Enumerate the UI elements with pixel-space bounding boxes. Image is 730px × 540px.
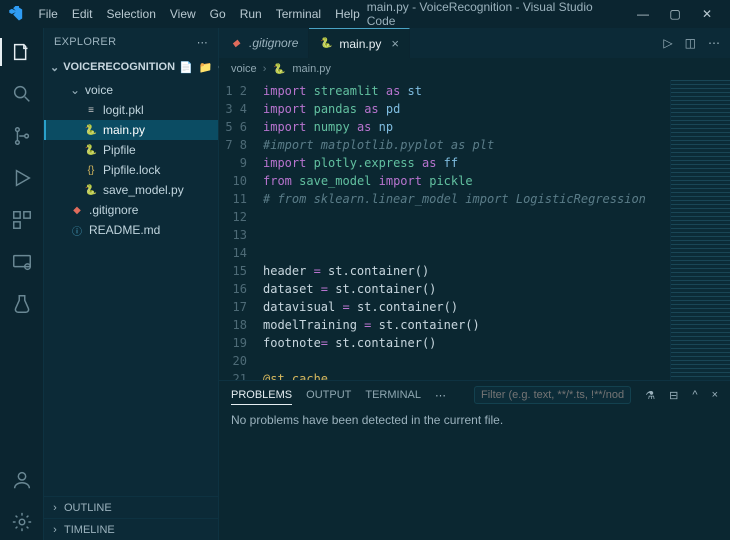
file-label: save_model.py <box>103 183 184 197</box>
timeline-label: TIMELINE <box>64 524 115 536</box>
panel-tab-problems[interactable]: PROBLEMS <box>231 386 292 405</box>
breadcrumb-segment[interactable]: voice <box>231 63 257 75</box>
folder-label: voice <box>85 83 113 97</box>
file-logit-pkl[interactable]: ≡ logit.pkl <box>44 100 218 120</box>
tab-bar: ◆ .gitignore 🐍 main.py × ▷ ◫ ⋯ <box>219 28 730 58</box>
menu-file[interactable]: File <box>31 3 64 25</box>
activity-extensions[interactable] <box>0 202 44 238</box>
file--gitignore[interactable]: ◆ .gitignore <box>44 200 218 220</box>
file-icon: ◆ <box>70 203 84 217</box>
file-tree: ⌄ voice ≡ logit.pkl 🐍 main.py 🐍 Pipfile {} Pipf… <box>44 78 218 242</box>
file-label: .gitignore <box>89 203 138 217</box>
menu-terminal[interactable]: Terminal <box>269 3 328 25</box>
panel-close-icon[interactable]: × <box>712 389 718 401</box>
bottom-panel: PROBLEMS OUTPUT TERMINAL ⋯ ⚗ ⊟ ^ × No pr… <box>219 380 730 540</box>
tab-label: .gitignore <box>249 36 298 50</box>
problems-message: No problems have been detected in the cu… <box>219 409 730 540</box>
activity-testing[interactable] <box>0 286 44 322</box>
menu-go[interactable]: Go <box>203 3 233 25</box>
chevron-down-icon: ⌄ <box>50 61 59 74</box>
window-minimize-button[interactable]: — <box>636 7 650 21</box>
file-label: main.py <box>103 123 145 137</box>
tab-close-button[interactable]: × <box>391 36 399 51</box>
code-editor[interactable]: import streamlit as st import pandas as … <box>257 80 730 380</box>
activity-settings[interactable] <box>0 504 44 540</box>
panel-collapse-icon[interactable]: ⊟ <box>669 389 678 402</box>
file-icon: 🐍 <box>84 123 98 137</box>
breadcrumb-segment[interactable]: main.py <box>292 63 331 75</box>
tab-main-py[interactable]: 🐍 main.py × <box>309 28 410 58</box>
file-label: README.md <box>89 223 160 237</box>
new-folder-icon[interactable]: 📁 <box>199 61 213 74</box>
menu-edit[interactable]: Edit <box>65 3 100 25</box>
filter-icon[interactable]: ⚗ <box>645 389 655 402</box>
explorer-title: EXPLORER <box>54 36 116 48</box>
chevron-down-icon: ⌄ <box>70 83 80 97</box>
breadcrumb[interactable]: voice › 🐍 main.py <box>219 58 730 80</box>
line-numbers: 1 2 3 4 5 6 7 8 9 10 11 12 13 14 15 16 1… <box>219 80 257 380</box>
file-icon: ≡ <box>84 103 98 117</box>
project-name: VOICERECOGNITION <box>63 61 175 73</box>
activity-search[interactable] <box>0 76 44 112</box>
window-title: main.py - VoiceRecognition - Visual Stud… <box>367 0 616 28</box>
chevron-right-icon: › <box>50 502 60 514</box>
activity-account[interactable] <box>0 462 44 498</box>
new-file-icon[interactable]: 📄 <box>179 61 193 74</box>
menu-view[interactable]: View <box>163 3 203 25</box>
file-icon: 🐍 <box>84 143 98 157</box>
folder-voice[interactable]: ⌄ voice <box>44 80 218 100</box>
explorer-more-icon[interactable]: ⋯ <box>197 36 208 49</box>
python-icon: 🐍 <box>319 37 333 51</box>
menu-bar: File Edit Selection View Go Run Terminal… <box>0 0 730 28</box>
window-close-button[interactable]: ✕ <box>700 7 714 21</box>
file-label: Pipfile.lock <box>103 163 160 177</box>
menu-help[interactable]: Help <box>328 3 367 25</box>
chevron-right-icon: › <box>263 63 267 75</box>
activity-remote[interactable] <box>0 244 44 280</box>
file-label: logit.pkl <box>103 103 144 117</box>
file-save_model-py[interactable]: 🐍 save_model.py <box>44 180 218 200</box>
panel-tab-output[interactable]: OUTPUT <box>306 386 351 404</box>
editor-area: ◆ .gitignore 🐍 main.py × ▷ ◫ ⋯ voice › 🐍… <box>219 28 730 540</box>
file-icon: 🐍 <box>84 183 98 197</box>
file-main-py[interactable]: 🐍 main.py <box>44 120 218 140</box>
panel-more-icon[interactable]: ⋯ <box>435 389 446 402</box>
file-Pipfile[interactable]: 🐍 Pipfile <box>44 140 218 160</box>
project-header[interactable]: ⌄ VOICERECOGNITION 📄 📁 ⟳ ⊟ <box>44 56 218 78</box>
menu-run[interactable]: Run <box>233 3 269 25</box>
file-icon: ⓘ <box>70 223 84 237</box>
vscode-logo-icon <box>8 6 23 22</box>
minimap[interactable] <box>670 80 730 380</box>
run-button[interactable]: ▷ <box>663 36 672 50</box>
editor-more-icon[interactable]: ⋯ <box>708 36 720 50</box>
python-icon: 🐍 <box>272 62 286 76</box>
window-maximize-button[interactable]: ▢ <box>668 7 682 21</box>
explorer-sidebar: EXPLORER ⋯ ⌄ VOICERECOGNITION 📄 📁 ⟳ ⊟ ⌄ … <box>44 28 219 540</box>
outline-section[interactable]: › OUTLINE <box>44 496 218 518</box>
file-label: Pipfile <box>103 143 136 157</box>
outline-label: OUTLINE <box>64 502 112 514</box>
activity-bar <box>0 28 44 540</box>
file-Pipfile-lock[interactable]: {} Pipfile.lock <box>44 160 218 180</box>
activity-run-debug[interactable] <box>0 160 44 196</box>
file-icon: {} <box>84 163 98 177</box>
menu-selection[interactable]: Selection <box>100 3 163 25</box>
activity-explorer[interactable] <box>0 34 44 70</box>
timeline-section[interactable]: › TIMELINE <box>44 518 218 540</box>
git-icon: ◆ <box>229 36 243 50</box>
chevron-right-icon: › <box>50 524 60 536</box>
activity-source-control[interactable] <box>0 118 44 154</box>
tab-gitignore[interactable]: ◆ .gitignore <box>219 28 309 58</box>
tab-label: main.py <box>339 37 381 51</box>
panel-maximize-icon[interactable]: ^ <box>692 389 697 401</box>
split-editor-button[interactable]: ◫ <box>685 36 696 50</box>
file-README-md[interactable]: ⓘ README.md <box>44 220 218 240</box>
problems-filter-input[interactable] <box>474 386 631 404</box>
panel-tab-terminal[interactable]: TERMINAL <box>365 386 421 404</box>
